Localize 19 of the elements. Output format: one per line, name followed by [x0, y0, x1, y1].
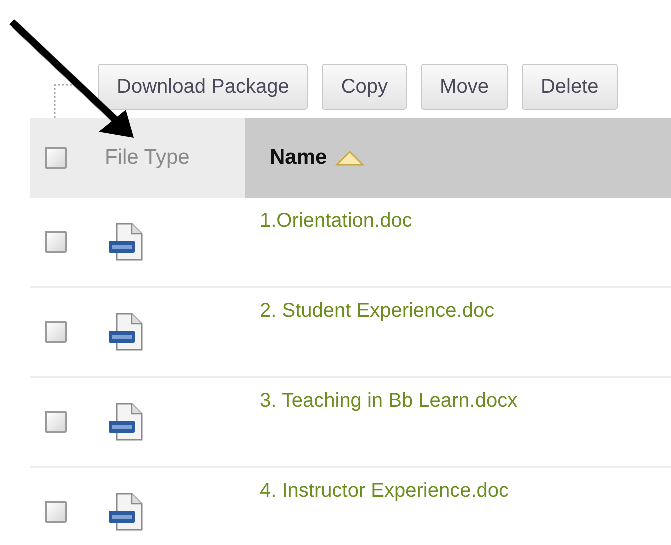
- checkbox[interactable]: [45, 411, 67, 433]
- file-link[interactable]: 1.Orientation.doc: [260, 210, 671, 233]
- toolbar-button[interactable]: Download Package: [98, 64, 308, 110]
- document-icon: [108, 492, 146, 532]
- toolbar-button[interactable]: Delete: [522, 64, 618, 110]
- document-icon: [108, 222, 146, 262]
- checkbox[interactable]: [45, 321, 67, 343]
- document-icon: [108, 402, 146, 442]
- column-header[interactable]: Name: [270, 146, 328, 170]
- toolbar-button[interactable]: Move: [421, 64, 508, 110]
- file-link[interactable]: 3. Teaching in Bb Learn.docx: [260, 390, 671, 413]
- file-link[interactable]: 4. Instructor Experience.doc: [260, 480, 671, 503]
- checkbox[interactable]: [45, 501, 67, 523]
- document-icon: [108, 312, 146, 352]
- toolbar-button[interactable]: Copy: [322, 64, 408, 110]
- sort-ascending-icon[interactable]: [335, 149, 366, 167]
- checkbox[interactable]: [45, 231, 67, 253]
- file-link[interactable]: 2. Student Experience.doc: [260, 300, 671, 323]
- checkbox[interactable]: [45, 147, 67, 169]
